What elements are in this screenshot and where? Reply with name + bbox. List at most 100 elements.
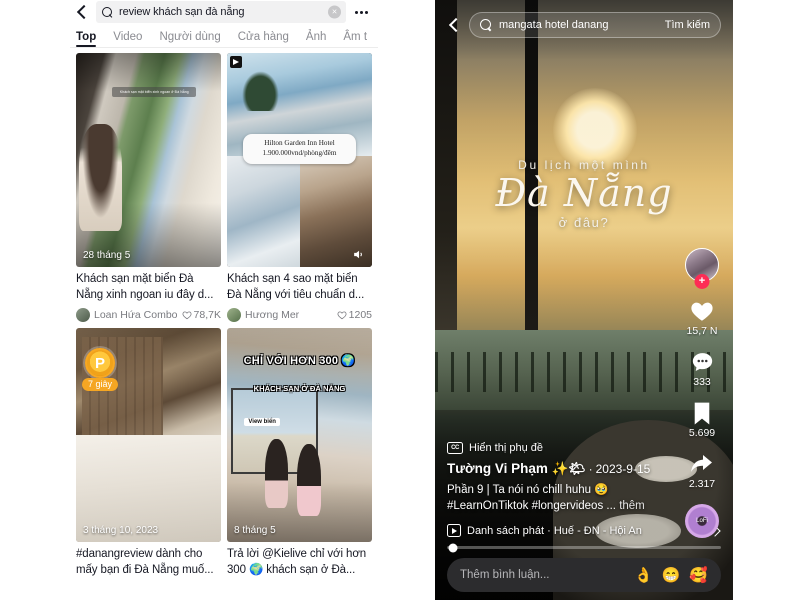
share-arrow-icon	[689, 451, 715, 477]
video-description-text: Phần 9 | Ta nói nó chill huhu 🥹 #LearnOn…	[447, 483, 616, 513]
like-count: 1205	[337, 309, 372, 321]
bookmark-count: 5.699	[688, 427, 716, 439]
video-progress-bar[interactable]	[447, 543, 721, 552]
tab-sounds[interactable]: Âm t	[343, 31, 367, 47]
search-input[interactable]: mangata hotel danang Tìm kiếm	[469, 12, 721, 38]
back-chevron-icon[interactable]	[74, 3, 90, 21]
captions-toggle[interactable]: CC Hiển thị phụ đề	[447, 441, 721, 454]
result-title: Khách sạn mặt biển Đà Nẵng xinh ngoan iu…	[76, 273, 214, 301]
hotel-price: 1.900.000vnd/phòng/đêm	[262, 149, 337, 158]
search-icon	[480, 19, 492, 31]
video-thumbnail[interactable]: P 7 giây 3 tháng 10, 2023	[76, 328, 221, 543]
result-card[interactable]: CHỈ VỚI HƠN 300 🌍 KHÁCH SẠN Ở ĐÀ NẴNG Vi…	[227, 328, 372, 578]
playlist-row[interactable]: Danh sách phát · Huế - ĐN - Hội An	[447, 522, 721, 541]
author-name: Loan Hứa Combo	[94, 309, 178, 322]
music-disc-icon[interactable]: LoFi	[685, 504, 719, 538]
result-meta: Loan Hứa Combo 78,7K	[76, 308, 221, 323]
result-title: Trả lời @Kielive chỉ với hơn 300 🌍 khách…	[227, 548, 367, 576]
video-description: Phần 9 | Ta nói nó chill huhu 🥹 #LearnOn…	[447, 482, 682, 515]
playlist-label: Danh sách phát · Huế - ĐN - Hội An	[467, 524, 642, 537]
progress-knob[interactable]	[448, 543, 458, 552]
clear-search-icon[interactable]: ×	[328, 5, 341, 19]
more-options-icon[interactable]	[352, 3, 370, 21]
tab-top[interactable]: Top	[76, 31, 97, 47]
search-query-text: mangata hotel danang	[499, 19, 609, 31]
video-window-frame-left	[435, 0, 457, 330]
video-sun	[553, 88, 637, 172]
avatar[interactable]	[227, 308, 241, 323]
result-title: Khách sạn 4 sao mặt biển Đà Nẵng với tiê…	[227, 273, 365, 301]
thumbnail-person	[78, 123, 123, 231]
result-card[interactable]: Khách sạn mặt biển xinh ngoan ở Đà Nẵng …	[76, 53, 221, 323]
rewards-coin-icon: P	[85, 348, 115, 379]
emoji-ok-hand-icon[interactable]: 👌	[634, 568, 653, 583]
tab-users[interactable]: Người dùng	[159, 31, 220, 47]
author-avatar-button[interactable]: +	[685, 248, 719, 289]
author-name: Tường Vi Phạm ✨🌤	[447, 460, 586, 476]
like-count-text: 78,7K	[193, 309, 221, 322]
video-action-rail: + 15,7 N 333 5.699 2.317 LoFi	[681, 248, 723, 538]
video-date: 2023-9-15	[595, 461, 651, 476]
show-more-link[interactable]: thêm	[619, 500, 645, 512]
duration-badge: 7 giây	[82, 378, 119, 392]
search-bar-row: review khách sạn đà nẵng ×	[70, 0, 378, 24]
result-tabs: Top Video Người dùng Cửa hàng Ảnh Âm t	[70, 24, 378, 48]
comment-input-bar[interactable]: Thêm bình luận... 👌 😁 🥰	[447, 558, 721, 592]
view-badge: View biển	[244, 417, 280, 426]
heart-icon	[182, 311, 192, 320]
comment-count: 333	[693, 376, 711, 388]
video-thumbnail[interactable]: Hilton Garden Inn Hotel 1.900.000vnd/phò…	[227, 53, 372, 267]
thumbnail-caption-secondary: KHÁCH SẠN Ở ĐÀ NẴNG	[253, 383, 346, 393]
like-count: 78,7K	[182, 309, 221, 321]
volume-on-icon[interactable]	[351, 248, 366, 261]
back-chevron-icon[interactable]	[447, 17, 461, 33]
tab-video[interactable]: Video	[113, 31, 142, 47]
separator-dot: ·	[588, 461, 593, 476]
video-thumbnail[interactable]: Khách sạn mặt biển xinh ngoan ở Đà Nẵng …	[76, 53, 221, 267]
play-badge-icon	[230, 56, 242, 68]
result-card[interactable]: P 7 giây 3 tháng 10, 2023 #danangreview …	[76, 328, 221, 578]
bookmark-icon	[689, 400, 715, 426]
heart-icon	[687, 298, 718, 324]
thumbnail-person	[264, 439, 288, 508]
result-title: #danangreview dành cho mấy bạn đi Đà Nẵn…	[76, 548, 214, 576]
video-player-panel: mangata hotel danang Tìm kiếm Du lịch mộ…	[435, 0, 733, 600]
thumbnail-photo-bottom-left	[227, 155, 300, 267]
share-button[interactable]: 2.317	[689, 451, 715, 490]
thumbnail-caption-overlay: Khách sạn mặt biển xinh ngoan ở Đà Nẵng	[112, 87, 197, 98]
date-badge: 8 tháng 5	[234, 525, 276, 537]
comment-button[interactable]: 333	[690, 349, 715, 388]
result-card[interactable]: Hilton Garden Inn Hotel 1.900.000vnd/phò…	[227, 53, 372, 323]
emoji-hearts-icon[interactable]: 🥰	[689, 568, 708, 583]
thumbnail-caption-primary: CHỈ VỚI HƠN 300 🌍	[243, 354, 356, 367]
closed-captions-icon: CC	[447, 441, 463, 454]
search-input[interactable]: review khách sạn đà nẵng ×	[96, 1, 346, 23]
date-badge: 28 tháng 5	[83, 250, 131, 261]
playlist-icon	[447, 524, 461, 537]
search-icon	[102, 6, 113, 18]
date-badge: 3 tháng 10, 2023	[83, 525, 159, 537]
price-overlay: Hilton Garden Inn Hotel 1.900.000vnd/phò…	[242, 134, 357, 164]
tab-shop[interactable]: Cửa hàng	[238, 31, 289, 47]
emoji-grin-icon[interactable]: 😁	[662, 568, 681, 583]
tab-photos[interactable]: Ảnh	[306, 31, 326, 47]
hotel-name: Hilton Garden Inn Hotel	[264, 139, 335, 148]
captions-label: Hiển thị phụ đề	[469, 441, 543, 454]
share-count: 2.317	[688, 478, 716, 490]
like-button[interactable]: 15,7 N	[686, 298, 718, 337]
video-thumbnail[interactable]: CHỈ VỚI HƠN 300 🌍 KHÁCH SẠN Ở ĐÀ NẴNG Vi…	[227, 328, 372, 543]
result-meta: Hương Mer 1205	[227, 308, 372, 323]
avatar[interactable]	[76, 308, 90, 323]
video-author[interactable]: Tường Vi Phạm ✨🌤 · 2023-9-15	[447, 461, 721, 477]
like-count-text: 1205	[348, 309, 372, 322]
search-results-panel: review khách sạn đà nẵng × Top Video Ngư…	[70, 0, 378, 600]
search-query-text: review khách sạn đà nẵng	[119, 6, 245, 18]
follow-button[interactable]: +	[694, 274, 710, 289]
thumbnail-caption-text: Khách sạn mặt biển xinh ngoan ở Đà Nẵng	[119, 90, 189, 95]
bookmark-button[interactable]: 5.699	[689, 400, 715, 439]
search-submit-button[interactable]: Tìm kiếm	[665, 19, 710, 31]
thumbnail-person	[296, 443, 322, 517]
like-count: 15,7 N	[686, 325, 718, 337]
comment-icon	[690, 349, 715, 375]
comment-input[interactable]: Thêm bình luận...	[460, 569, 625, 581]
